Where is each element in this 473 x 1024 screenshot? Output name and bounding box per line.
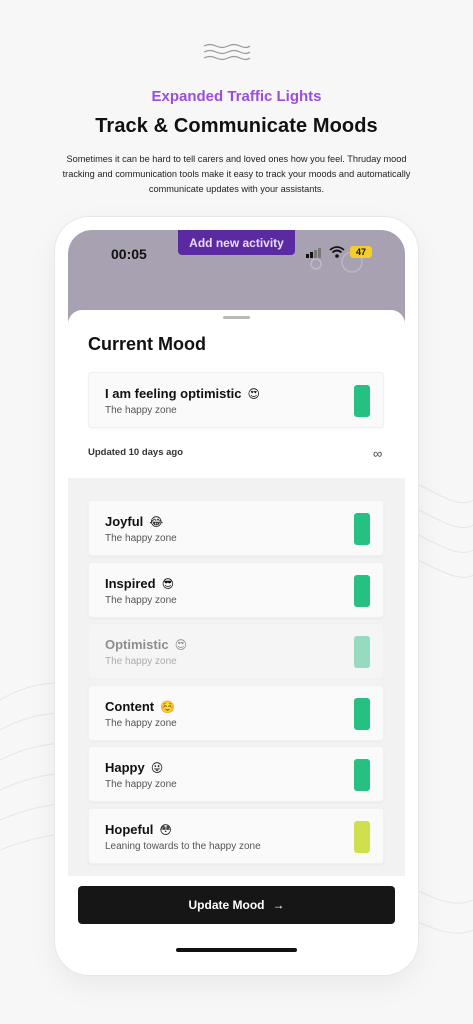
mood-option-label: Content ☺️ [105, 698, 176, 714]
mood-emoji-icon: 😜 [150, 761, 164, 775]
mood-option-zone: Leaning towards to the happy zone [105, 840, 261, 852]
wave-lines-icon [203, 43, 251, 61]
wifi-icon [329, 246, 345, 258]
mood-option-label: Optimistic 😍 [105, 637, 188, 652]
phone-screen: 00:05 Add new activity 47 Current Mood I… [68, 230, 405, 962]
signal-icon [306, 248, 321, 258]
add-activity-banner[interactable]: Add new activity [178, 230, 295, 255]
current-mood-sheet: Current Mood I am feeling optimistic 😍 Th… [68, 310, 405, 478]
current-mood-label: I am feeling optimistic 😍 [105, 386, 261, 401]
mood-option-zone: The happy zone [105, 656, 177, 667]
eyebrow-title: Expanded Traffic Lights [151, 88, 322, 105]
current-mood-card[interactable]: I am feeling optimistic 😍 The happy zone [88, 372, 384, 428]
mood-option-inspired[interactable]: Inspired 😎 The happy zone [88, 561, 384, 618]
mood-list: Joyful 😂 The happy zone Inspired 😎 The happy … [68, 478, 405, 878]
bottom-action-bar: Update Mood → [68, 876, 405, 962]
page-title: Track & Communicate Moods [95, 115, 378, 137]
mood-color-indicator [354, 574, 370, 607]
mood-option-optimistic[interactable]: Optimistic 😍 The happy zone [88, 623, 384, 679]
mood-option-zone: The happy zone [105, 779, 177, 790]
mood-option-content[interactable]: Content ☺️ The happy zone [88, 684, 384, 741]
mood-option-happy[interactable]: Happy 😜 The happy zone [88, 746, 384, 802]
battery-indicator: 47 [350, 246, 372, 258]
mood-option-hopeful[interactable]: Hopeful 😳 Leaning towards to the happy zon… [88, 807, 384, 864]
mood-option-label: Hopeful 😳 [105, 821, 172, 837]
mood-option-zone: The happy zone [105, 533, 177, 544]
update-mood-label: Update Mood [188, 898, 265, 912]
mood-option-joyful[interactable]: Joyful 😂 The happy zone [88, 500, 384, 556]
mood-color-indicator [354, 513, 370, 545]
home-indicator [176, 948, 297, 952]
sheet-handle[interactable] [223, 316, 250, 319]
mood-emoji-icon: 😂 [149, 515, 164, 529]
mood-option-label: Joyful 😂 [105, 514, 164, 529]
mood-emoji-icon: ☺️ [160, 699, 176, 714]
current-mood-zone: The happy zone [105, 405, 177, 416]
update-mood-button[interactable]: Update Mood → [78, 886, 395, 924]
status-time: 00:05 [111, 246, 147, 262]
mood-color-indicator [354, 820, 370, 853]
mood-option-zone: The happy zone [105, 594, 177, 606]
mood-emoji-icon: 😳 [159, 822, 172, 837]
arrow-right-icon: → [272, 898, 285, 912]
infinity-icon[interactable]: ∞ [373, 446, 382, 461]
current-mood-title: Current Mood [88, 334, 206, 354]
mood-color-indicator [354, 636, 370, 668]
mood-color-indicator [354, 697, 370, 730]
mood-color-indicator [354, 759, 370, 791]
updated-timestamp: Updated 10 days ago [88, 447, 184, 458]
mood-emoji-icon: 😍 [247, 387, 261, 401]
mood-option-zone: The happy zone [105, 717, 177, 729]
page-description: Sometimes it can be hard to tell carers … [62, 154, 411, 194]
phone-frame: 00:05 Add new activity 47 Current Mood I… [55, 217, 418, 975]
mood-emoji-icon: 😍 [174, 638, 188, 652]
mood-option-label: Happy 😜 [105, 760, 164, 775]
mood-option-label: Inspired 😎 [105, 575, 175, 591]
mood-emoji-icon: 😎 [161, 576, 175, 591]
mood-color-indicator [354, 385, 370, 417]
